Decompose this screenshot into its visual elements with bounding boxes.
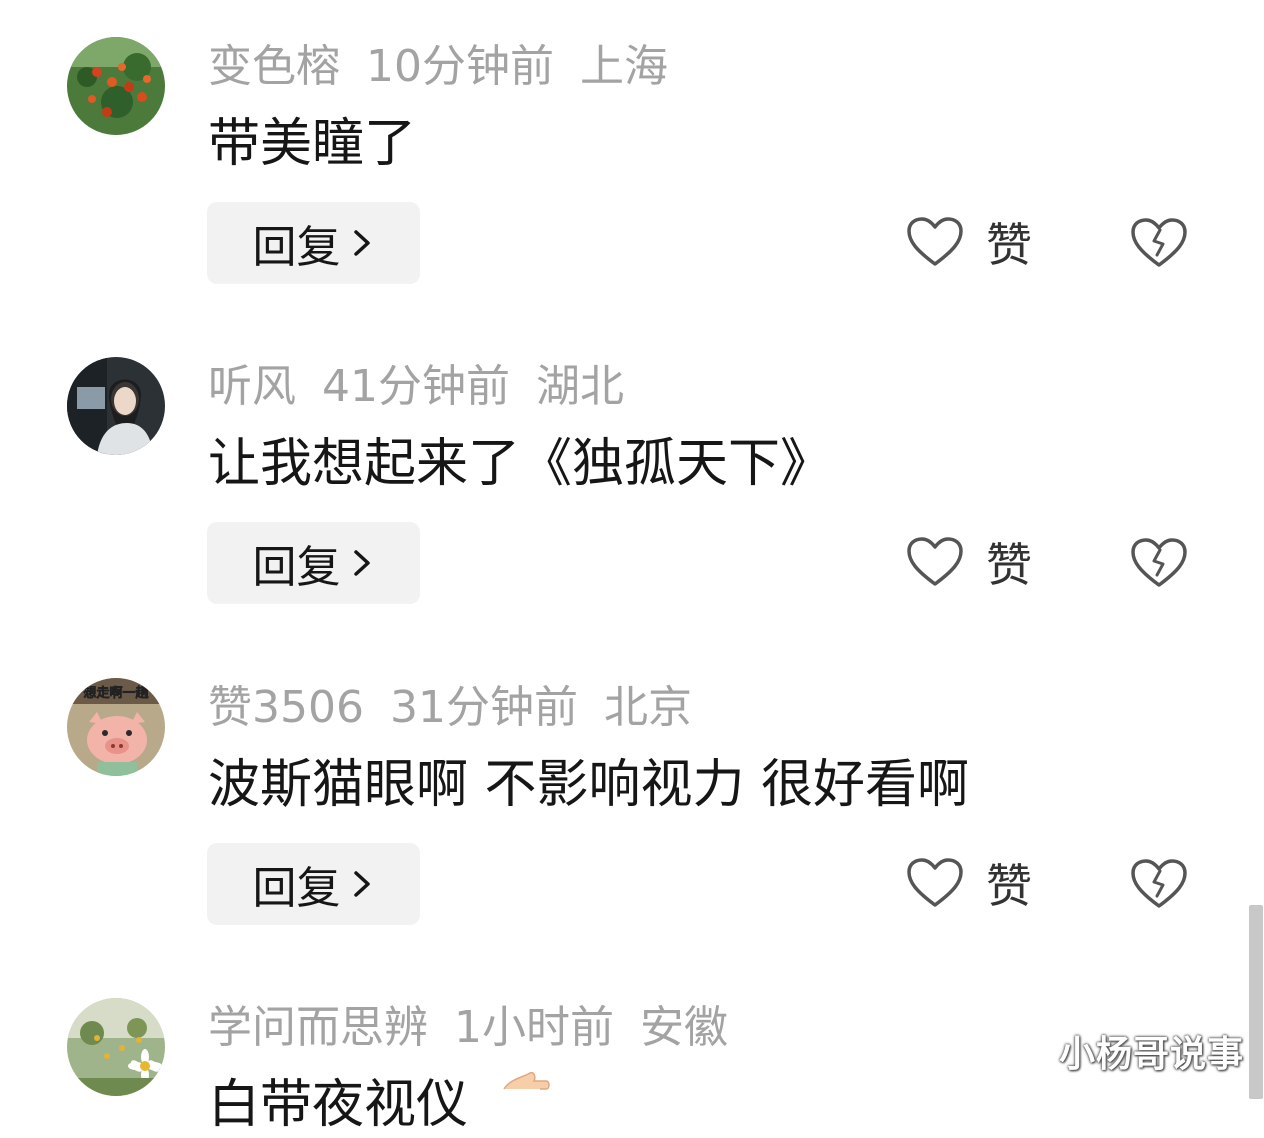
like-label: 赞: [986, 859, 1032, 913]
chevron-right-icon: [353, 230, 370, 256]
like-button[interactable]: 赞: [906, 852, 1032, 914]
comment-text: 带美瞳了: [208, 114, 417, 174]
username[interactable]: 赞3506: [208, 682, 364, 733]
like-button[interactable]: 赞: [906, 531, 1032, 593]
portrait-photo-icon: [67, 357, 165, 455]
watermark: 小杨哥说事: [1058, 1034, 1244, 1075]
location: 北京: [603, 682, 692, 733]
heart-icon: [907, 217, 963, 266]
avatar[interactable]: 想走啊一趟: [67, 678, 165, 776]
dislike-button[interactable]: [1130, 537, 1188, 589]
like-label: 赞: [986, 218, 1032, 272]
comment-text: 白带夜视仪: [208, 1075, 469, 1135]
dislike-button[interactable]: [1130, 858, 1188, 910]
location: 上海: [580, 41, 668, 92]
reply-label: 回复: [252, 222, 341, 273]
like-button[interactable]: 赞: [906, 211, 1032, 273]
scrollbar[interactable]: [1249, 905, 1263, 1099]
broken-heart-icon: [1131, 859, 1187, 908]
timestamp: 10分钟前: [366, 41, 554, 92]
heart-icon: [907, 537, 963, 586]
broken-heart-icon: [1131, 538, 1187, 587]
avatar[interactable]: [67, 37, 165, 135]
comment-meta: 赞3506 31分钟前 北京: [208, 680, 718, 736]
avatar-caption: 想走啊一趟: [83, 685, 149, 701]
timestamp: 31分钟前: [389, 682, 578, 733]
comment-meta: 听风 41分钟前 湖北: [208, 359, 650, 415]
location: 湖北: [536, 361, 624, 412]
timestamp: 41分钟前: [322, 361, 510, 412]
dislike-button[interactable]: [1130, 217, 1188, 269]
location: 安徽: [640, 1002, 728, 1053]
reply-label: 回复: [252, 542, 341, 593]
avatar[interactable]: [67, 357, 165, 455]
comment-meta: 变色榕 10分钟前 上海: [208, 39, 694, 95]
chevron-right-icon: [353, 550, 370, 576]
username[interactable]: 听风: [208, 361, 296, 412]
like-label: 赞: [986, 538, 1032, 592]
avatar[interactable]: [67, 998, 165, 1096]
berry-tree-photo-icon: [67, 37, 165, 135]
daisy-field-photo-icon: [67, 998, 165, 1096]
cartoon-pig-photo-icon: 想走啊一趟: [67, 678, 165, 776]
username[interactable]: 变色榕: [208, 41, 340, 92]
comment-meta: 学问而思辨 1小时前 安徽: [208, 1000, 754, 1056]
timestamp: 1小时前: [454, 1002, 614, 1053]
reply-label: 回复: [252, 863, 341, 914]
comment-text: 波斯猫眼啊 不影响视力 很好看啊: [208, 755, 970, 815]
heart-icon: [907, 858, 963, 907]
reply-button[interactable]: 回复: [207, 843, 420, 925]
reply-button[interactable]: 回复: [207, 522, 420, 604]
comment-text: 让我想起来了《独孤天下》: [208, 434, 833, 494]
thumbs-up-icon: [503, 1071, 550, 1090]
chevron-right-icon: [353, 871, 370, 897]
broken-heart-icon: [1131, 218, 1187, 267]
reply-button[interactable]: 回复: [207, 202, 420, 284]
username[interactable]: 学问而思辨: [208, 1002, 428, 1053]
